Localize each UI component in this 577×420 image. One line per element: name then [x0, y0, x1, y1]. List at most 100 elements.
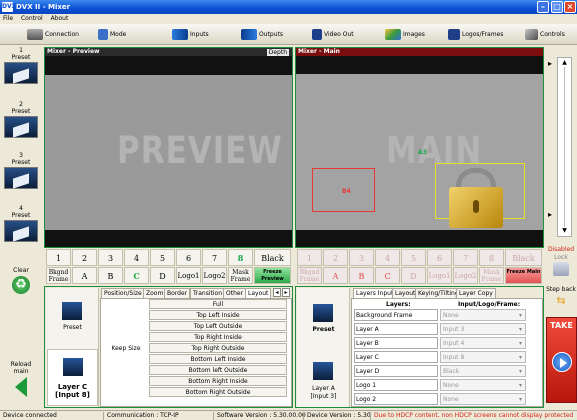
tab-scroll-left[interactable]: ◂	[273, 288, 281, 297]
preview-key-7[interactable]: 7	[202, 249, 227, 266]
preview-key-8[interactable]: 8	[228, 249, 253, 266]
take-button[interactable]: TAKE	[546, 317, 577, 403]
main-key-d[interactable]: D	[401, 267, 426, 284]
depth-label[interactable]: Depth	[266, 49, 289, 56]
position-full[interactable]: Full	[149, 299, 287, 309]
position-top-left-outside[interactable]: Top Left Outside	[149, 321, 287, 331]
layer-input-select[interactable]: Input 3	[440, 323, 526, 335]
layer-input-select[interactable]: None	[440, 379, 526, 391]
preview-key-b[interactable]: B	[98, 267, 123, 284]
main-key-5[interactable]: 5	[401, 249, 426, 266]
main-key-logo1[interactable]: Logo1	[427, 267, 452, 284]
preview-key-bkgnd-frame[interactable]: Bkgnd Frame	[46, 267, 71, 284]
layer-input-select[interactable]: None	[440, 309, 526, 321]
main-key-b[interactable]: B	[349, 267, 374, 284]
main-key-3[interactable]: 3	[349, 249, 374, 266]
mode-button[interactable]: Mode	[98, 28, 126, 42]
main-key-6[interactable]: 6	[427, 249, 452, 266]
preset-4[interactable]: 4 Preset	[2, 205, 40, 242]
menu-about[interactable]: About	[51, 15, 69, 22]
preview-layer-box[interactable]: Layer C [Input 8]	[47, 349, 98, 406]
main-key-logo2[interactable]: Logo2	[453, 267, 478, 284]
layer-input-select[interactable]: Black	[440, 365, 526, 377]
images-button[interactable]: Images	[385, 28, 425, 42]
status-device-version: Device Version : 5.30	[303, 412, 371, 420]
transition-slider[interactable]: ▲ ▼	[557, 57, 572, 237]
main-key-1[interactable]: 1	[297, 249, 322, 266]
controls-button[interactable]: Controls	[525, 28, 565, 42]
preview-pane[interactable]: Mixer - Preview Depth PREVIEW	[44, 47, 293, 248]
main-key-black[interactable]: Black	[505, 249, 542, 266]
maximize-button[interactable]: □	[551, 1, 563, 13]
main-key-mask-frame[interactable]: Mask Frame	[479, 267, 504, 284]
lock-button[interactable]	[553, 262, 569, 276]
main-key-8[interactable]: 8	[479, 249, 504, 266]
step-back-icon[interactable]: ⇆	[552, 295, 570, 307]
connection-button[interactable]: Connection	[27, 28, 79, 42]
position-top-left-inside[interactable]: Top Left Inside	[149, 310, 287, 320]
preview-key-2[interactable]: 2	[72, 249, 97, 266]
tab-layer-copy[interactable]: Layer Copy	[456, 288, 496, 298]
preview-key-d[interactable]: D	[150, 267, 175, 284]
position-bottom-left-inside[interactable]: Bottom Left Inside	[149, 354, 287, 364]
preview-key-1[interactable]: 1	[46, 249, 71, 266]
layer-input-select[interactable]: Input 8	[440, 351, 526, 363]
main-key-7[interactable]: 7	[453, 249, 478, 266]
preview-key-black[interactable]: Black	[254, 249, 291, 266]
tab-layers-input[interactable]: Layers Input	[353, 288, 397, 298]
main-key-a[interactable]: A	[323, 267, 348, 284]
preset-3[interactable]: 3 Preset	[2, 152, 40, 189]
outputs-icon	[241, 29, 257, 40]
preview-key-mask-frame[interactable]: Mask Frame	[228, 267, 253, 284]
position-top-right-inside[interactable]: Top Right Inside	[149, 332, 287, 342]
main-key-2[interactable]: 2	[323, 249, 348, 266]
main-pane[interactable]: Mixer - Main MAIN A3 B4 C8	[295, 47, 544, 248]
preview-key-logo1[interactable]: Logo1	[176, 267, 201, 284]
preview-key-3[interactable]: 3	[98, 249, 123, 266]
tab-zoom[interactable]: Zoom	[143, 288, 167, 298]
preview-key-5[interactable]: 5	[150, 249, 175, 266]
tab-keying-tilting[interactable]: Keying/Tilting	[415, 288, 462, 298]
video-out-button[interactable]: Video Out	[312, 28, 354, 42]
main-key-bkgnd-frame[interactable]: Bkgnd Frame	[297, 267, 322, 284]
layer-input-select[interactable]: None	[440, 393, 526, 405]
position-top-right-outside[interactable]: Top Right Outside	[149, 343, 287, 353]
close-button[interactable]: ×	[564, 1, 576, 13]
tab-other[interactable]: Other	[223, 288, 247, 298]
logos-frames-button[interactable]: Logos/Frames	[448, 28, 503, 42]
position-bottom-right-outside[interactable]: Bottom Right Outside	[149, 387, 287, 397]
inputs-button[interactable]: Inputs	[172, 28, 209, 42]
main-key-4[interactable]: 4	[375, 249, 400, 266]
preset-2[interactable]: 2 Preset	[2, 101, 40, 138]
main-key-c[interactable]: C	[375, 267, 400, 284]
tab-position-size[interactable]: Position/Size	[101, 288, 145, 298]
tab-scroll-right[interactable]: ▸	[282, 288, 290, 297]
preset-1[interactable]: 1 Preset	[2, 47, 40, 84]
keep-size-label[interactable]: Keep Size	[101, 345, 151, 352]
menu-control[interactable]: Control	[21, 15, 43, 22]
tab-transition[interactable]: Transition	[190, 288, 226, 298]
preview-key-4[interactable]: 4	[124, 249, 149, 266]
reload-main-button[interactable]: Reload main	[3, 361, 39, 397]
minimize-button[interactable]: –	[537, 1, 549, 13]
toolbar: Connection Mode Inputs Outputs Video Out…	[0, 24, 577, 45]
logos-frames-icon	[448, 29, 460, 40]
menu-file[interactable]: File	[3, 15, 13, 22]
outputs-button[interactable]: Outputs	[241, 28, 283, 42]
freeze-main-button[interactable]: Freeze Main	[505, 267, 542, 284]
preview-key-logo2[interactable]: Logo2	[202, 267, 227, 284]
position-bottom-right-inside[interactable]: Bottom Right Inside	[149, 376, 287, 386]
tab-layout[interactable]: Layout	[245, 288, 272, 298]
clear-button[interactable]: Clear ♻	[5, 267, 37, 294]
preview-key-a[interactable]: A	[72, 267, 97, 284]
preview-key-6[interactable]: 6	[176, 249, 201, 266]
position-bottom-left-outside[interactable]: Bottom left Outside	[149, 365, 287, 375]
layer-input-select[interactable]: Input 4	[440, 337, 526, 349]
layer-a3[interactable]: A3	[418, 149, 427, 156]
preview-layer-column: Preset Layer C [Input 8]	[46, 288, 99, 407]
freeze-preview-button[interactable]: Freeze Preview	[254, 267, 291, 284]
layers-header: Layers:	[386, 301, 411, 308]
tab-border[interactable]: Border	[164, 288, 191, 298]
preview-key-c[interactable]: C	[124, 267, 149, 284]
layer-b4-frame[interactable]: B4	[312, 168, 375, 212]
